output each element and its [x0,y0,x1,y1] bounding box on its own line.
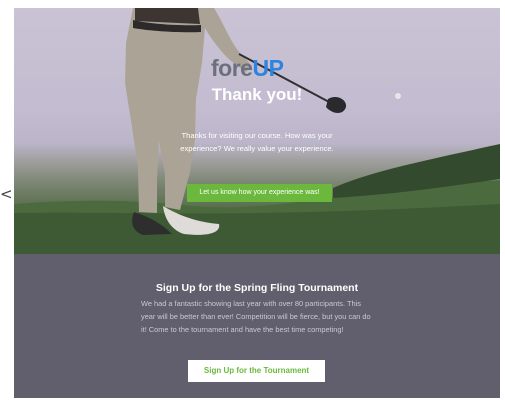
logo-up-text: UP [252,55,284,81]
hero-message: Thanks for visiting our course. How was … [180,131,334,153]
hero-banner: foreUP Thank you! Thanks for visiting ou… [14,8,500,254]
foreup-logo[interactable]: foreUP [211,54,301,82]
logo-fore-text: fore [211,55,253,81]
email-content: foreUP Thank you! Thanks for visiting ou… [14,8,500,398]
tournament-heading: Sign Up for the Spring Fling Tournament [155,282,359,294]
thank-you-heading: Thank you! [211,85,303,104]
left-arrow-icon[interactable]: < [0,181,13,207]
signup-tournament-button[interactable]: Sign Up for the Tournament [188,360,325,382]
email-page: < foreUP Thank you! Thanks for visiting … [0,0,505,404]
feedback-button[interactable]: Let us know how your experience was! [187,184,332,202]
tournament-section: Sign Up for the Spring Fling Tournament … [14,254,500,398]
tournament-description: We had a fantastic showing last year wit… [141,299,371,334]
